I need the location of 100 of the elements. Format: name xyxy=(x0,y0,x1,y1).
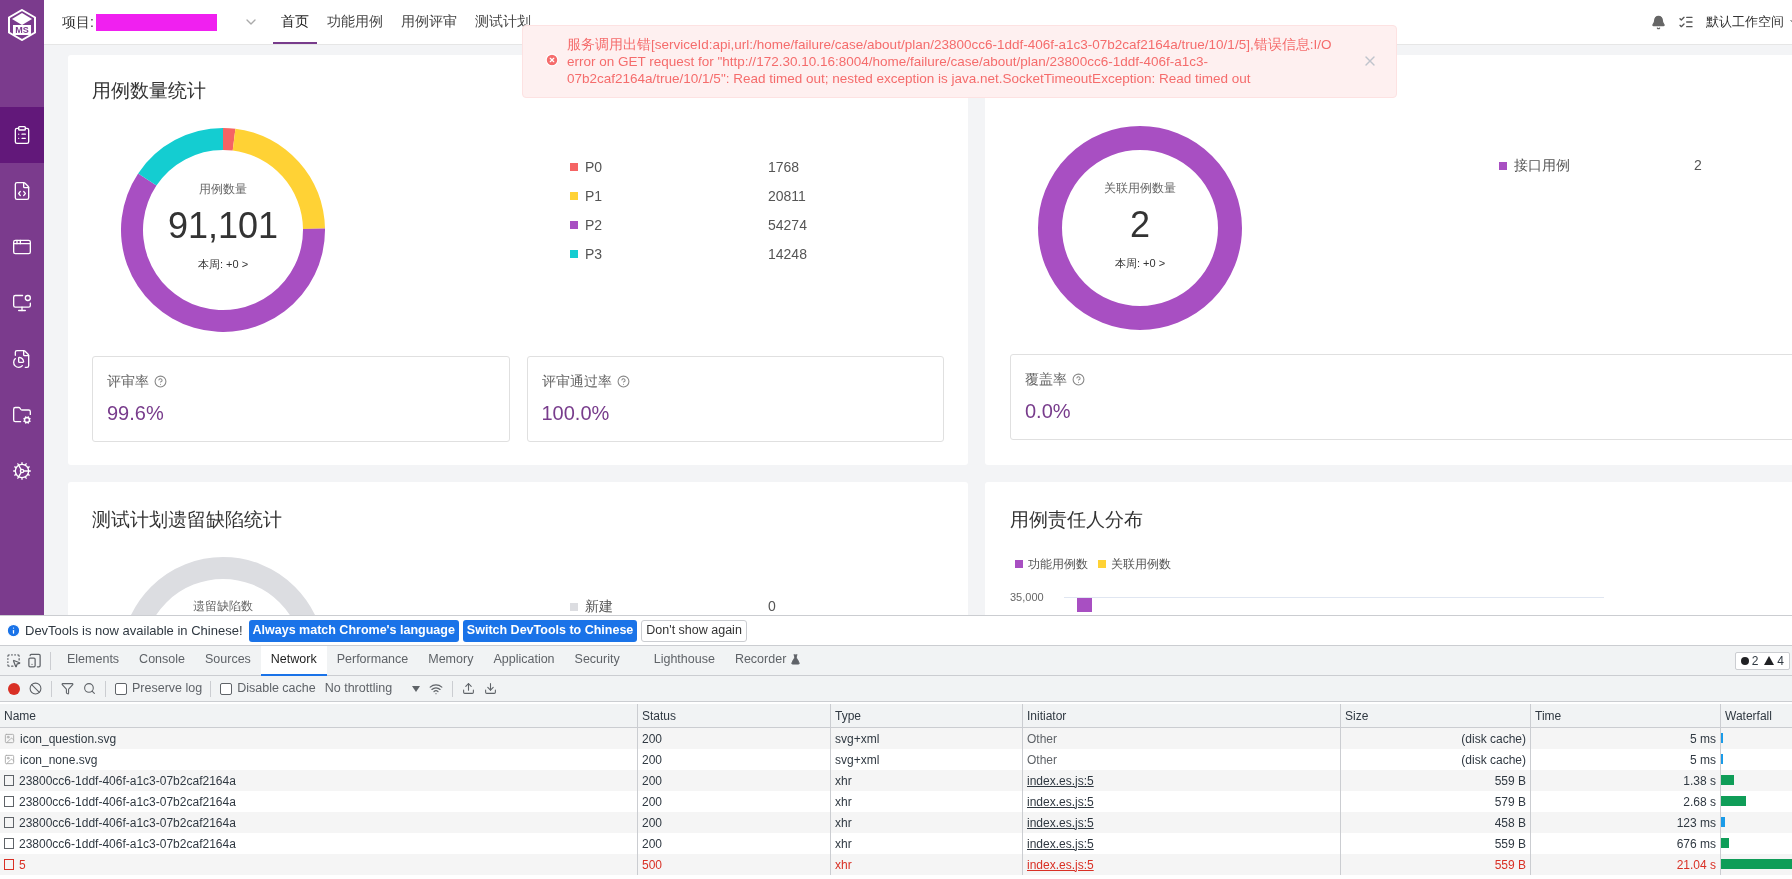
checkbox[interactable] xyxy=(220,682,233,695)
clipboard-icon xyxy=(12,125,32,145)
notice-button[interactable]: Switch DevTools to Chinese xyxy=(462,619,638,642)
donut-center-label: 遗留缺陷数 xyxy=(193,597,253,615)
checkbox[interactable] xyxy=(115,682,127,695)
table-cell-text: 458 B xyxy=(1494,814,1526,832)
network-conditions-icon[interactable] xyxy=(429,681,444,696)
request-row[interactable]: 23800cc6-1ddf-406f-a1c3-07b2caf2164a 200 xhr index.es.js:5 458 B 123 ms xyxy=(0,812,1792,833)
clear-icon[interactable] xyxy=(29,682,42,695)
gear-icon xyxy=(12,461,32,481)
table-cell-text: icon_question.svg xyxy=(20,730,117,748)
app-window-icon xyxy=(12,237,32,257)
rate-value: 99.6% xyxy=(107,400,165,426)
request-icon xyxy=(4,859,14,870)
initiator-link[interactable]: index.es.js:5 xyxy=(1027,813,1094,832)
code-file-icon xyxy=(12,181,32,201)
table-cell-text: 200 xyxy=(642,730,663,748)
info-icon xyxy=(6,623,21,638)
legend-label: P1 xyxy=(585,186,604,206)
donut-total: 2 xyxy=(1130,202,1150,247)
device-toolbar-icon[interactable] xyxy=(27,653,42,668)
column-header[interactable]: Initiator xyxy=(1022,704,1340,727)
request-row[interactable]: 23800cc6-1ddf-406f-a1c3-07b2caf2164a 200 xhr index.es.js:5 559 B 1.38 s xyxy=(0,770,1792,791)
sidebar-item[interactable] xyxy=(0,107,44,163)
table-cell-text: 200 xyxy=(642,793,663,811)
devtools-tab[interactable]: Lighthouse xyxy=(643,645,725,676)
rate-label: 评审率 xyxy=(107,371,149,391)
table-cell-text: 21.04 s xyxy=(1676,856,1716,874)
devtools-tab[interactable]: Recorder xyxy=(724,645,812,676)
table-cell-text: 2.68 s xyxy=(1683,793,1716,811)
devtools-tab[interactable]: Sources xyxy=(195,645,261,676)
table-cell-text: 676 ms xyxy=(1676,835,1716,853)
flask-icon xyxy=(790,654,802,665)
help-icon[interactable] xyxy=(616,374,630,388)
rate-label: 覆盖率 xyxy=(1025,370,1067,389)
issues-counter[interactable]: 2 4 xyxy=(1734,651,1790,670)
request-row[interactable]: 5 500 xhr index.es.js:5 559 B 21.04 s xyxy=(0,854,1792,875)
table-cell-text: 123 ms xyxy=(1676,814,1716,832)
weekly-change-link[interactable]: 本周: +0 > xyxy=(197,256,249,273)
initiator-link[interactable]: index.es.js:5 xyxy=(1027,771,1094,790)
table-cell-text: 579 B xyxy=(1494,793,1526,811)
nav-tab[interactable]: 功能用例 xyxy=(318,0,391,44)
monitor-icon xyxy=(12,293,32,313)
table-cell-text: 559 B xyxy=(1494,856,1526,874)
table-cell-text: 200 xyxy=(642,751,663,769)
upload-icon[interactable] xyxy=(462,682,476,695)
initiator-link[interactable]: index.es.js:5 xyxy=(1027,834,1094,853)
notice-button[interactable]: Don't show again xyxy=(641,619,747,642)
table-cell-text: icon_none.svg xyxy=(20,751,98,769)
checklist-icon[interactable] xyxy=(1678,14,1694,30)
table-cell-text: 200 xyxy=(642,814,663,832)
filter-icon[interactable] xyxy=(61,682,74,695)
legend-label: P3 xyxy=(585,244,604,264)
column-header[interactable]: Name xyxy=(0,704,637,727)
bell-icon[interactable] xyxy=(1651,14,1666,30)
download-icon[interactable] xyxy=(484,682,498,695)
table-cell-text: 200 xyxy=(642,772,663,790)
legend-label: 功能用例数 xyxy=(1028,555,1088,573)
folder-gear-icon xyxy=(12,405,32,425)
request-row[interactable]: icon_question.svg 200 svg+xml Other (disk cache) 5 ms xyxy=(0,728,1792,749)
table-cell-text: 559 B xyxy=(1494,772,1526,790)
devtools-tab[interactable]: Application xyxy=(483,645,565,676)
column-header[interactable]: Size xyxy=(1340,704,1530,727)
workspace-selector[interactable]: 默认工作空间 xyxy=(1706,12,1792,32)
column-header[interactable]: Type xyxy=(830,704,1022,727)
table-cell-text: Other xyxy=(1027,730,1057,748)
project-label: 项目: xyxy=(62,12,94,32)
legend-value: 14248 xyxy=(768,244,807,264)
checkbox-label: Disable cache xyxy=(237,680,316,698)
request-icon xyxy=(4,775,14,786)
help-icon[interactable] xyxy=(154,374,167,388)
record-icon[interactable] xyxy=(8,682,20,695)
table-cell-text: 23800cc6-1ddf-406f-a1c3-07b2caf2164a xyxy=(19,772,236,790)
devtools-tab[interactable]: Console xyxy=(129,645,195,676)
devtools-tab[interactable]: Performance xyxy=(326,645,419,676)
notice-button[interactable]: Always match Chrome's language xyxy=(248,619,459,642)
column-header[interactable]: Status xyxy=(637,704,830,727)
throttling-select[interactable]: No throttling xyxy=(324,679,421,698)
devtools-tab[interactable]: Elements xyxy=(57,645,130,676)
error-message: 服务调用出错[serviceId:api,url:/home/failure/case/about/plan/23800cc6-1ddf-406f-a1c3-07b2caf2164a/true/10/1/5],错误信息:I/O error on GET request for "http://172.30.10.16:8004/home/failure/case/about/plan/23800cc6-1ddf-406f-a1c3-07b2caf2164a/true/10/1/5": Read timed out; nested exception is java.net.SocketTimeoutException: Read timed out xyxy=(567,36,1333,87)
devtools-tab[interactable]: Network xyxy=(260,645,327,676)
weekly-change-link[interactable]: 本周: +0 > xyxy=(1114,254,1166,272)
help-icon[interactable] xyxy=(1072,373,1085,386)
initiator-link[interactable]: index.es.js:5 xyxy=(1027,792,1094,811)
logo[interactable]: MS xyxy=(7,9,37,41)
initiator-link[interactable]: index.es.js:5 xyxy=(1027,855,1094,874)
dropdown-triangle-icon xyxy=(412,685,421,692)
search-icon[interactable] xyxy=(83,682,96,695)
devtools-tab[interactable]: Security xyxy=(564,645,630,676)
inspect-icon[interactable] xyxy=(6,653,21,668)
column-header[interactable]: Time xyxy=(1530,704,1720,727)
devtools-tab[interactable]: Memory xyxy=(418,645,484,676)
table-cell-text: 23800cc6-1ddf-406f-a1c3-07b2caf2164a xyxy=(19,793,236,811)
legend-label: P0 xyxy=(585,157,604,177)
column-header[interactable]: Waterfall xyxy=(1720,704,1792,727)
donut-center-label: 用例数量 xyxy=(199,181,247,199)
table-cell-text: 1.38 s xyxy=(1683,772,1716,790)
card-title: 用例数量统计 xyxy=(92,79,206,103)
table-cell-text: 23800cc6-1ddf-406f-a1c3-07b2caf2164a xyxy=(19,814,236,832)
nav-tab[interactable]: 用例评审 xyxy=(392,0,465,44)
